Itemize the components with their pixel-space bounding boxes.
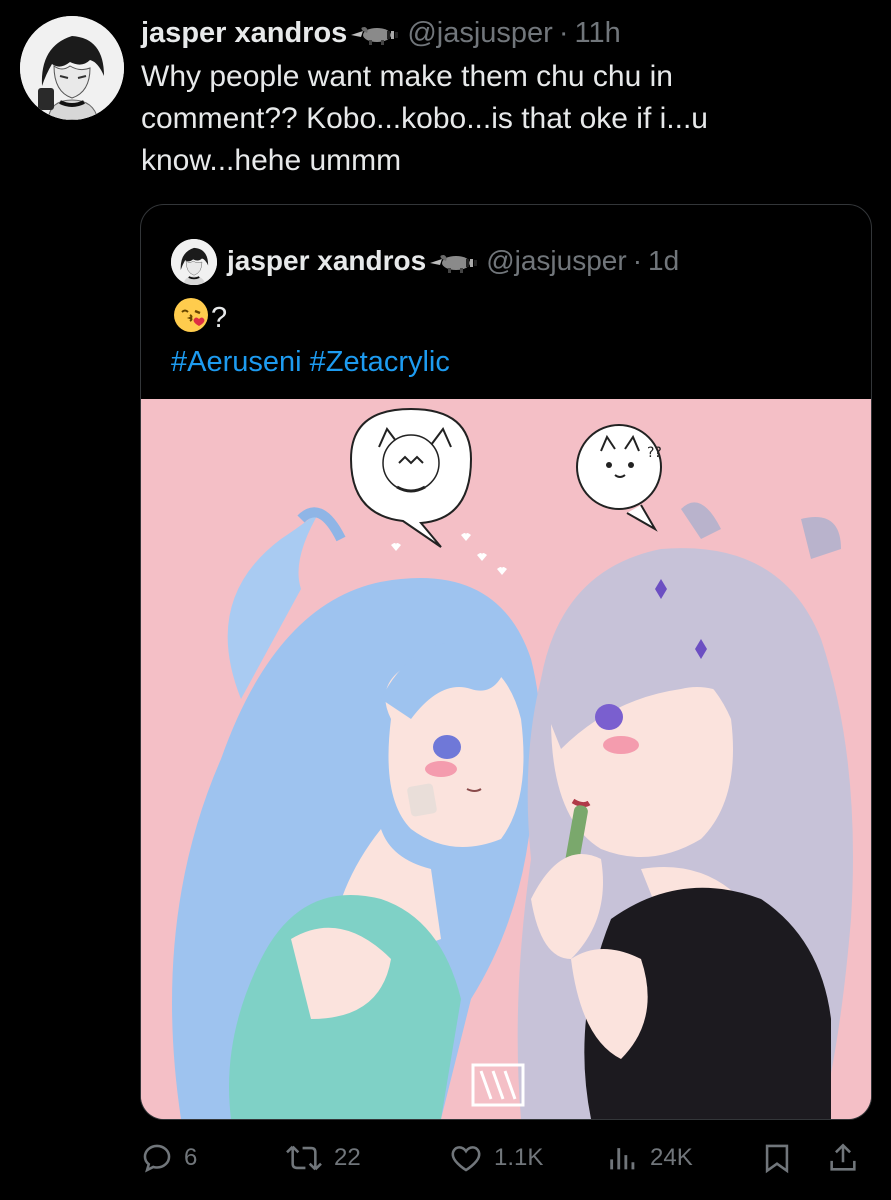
tweet-header: jasper xandros @jasjusper · 11h [141, 10, 621, 56]
quoted-tweet-header: jasper xandros @jasjusper · 1d [227, 237, 679, 285]
reply-count: 6 [184, 1144, 198, 1171]
tweet-text: Why people want make them chu chu in com… [141, 60, 708, 177]
separator-dot: · [558, 16, 569, 49]
author-avatar[interactable] [20, 16, 124, 120]
heart-icon [451, 1146, 481, 1172]
share-icon [830, 1143, 856, 1171]
like-count: 1.1K [494, 1144, 544, 1171]
repost-icon [286, 1145, 322, 1171]
quoted-author-avatar [171, 239, 217, 285]
kissing-face-icon [171, 295, 211, 335]
tweet-time[interactable]: 11h [575, 17, 621, 50]
svg-text:??: ?? [647, 445, 662, 461]
share-button[interactable] [826, 1136, 860, 1180]
hashtag-line: #Aeruseni #Zetacrylic [171, 340, 450, 384]
quoted-tweet-image[interactable]: ?? [141, 399, 871, 1119]
quoted-author-handle: @jasjusper [486, 245, 627, 276]
views-icon [610, 1148, 635, 1170]
reply-button[interactable]: 6 [140, 1136, 197, 1180]
author-handle[interactable]: @jasjusper [407, 17, 553, 50]
views-button[interactable]: 24K [606, 1136, 693, 1180]
raccoon-icon [349, 21, 401, 45]
bookmark-button[interactable] [760, 1136, 794, 1180]
separator-dot: · [632, 245, 643, 276]
quoted-tweet-text: ? #Aeruseni #Zetacrylic [171, 295, 450, 384]
hashtag-aeruseni[interactable]: #Aeruseni [171, 346, 302, 378]
hashtag-zetacrylic[interactable]: #Zetacrylic [310, 346, 450, 378]
tweet-action-bar: 6 22 1.1K 24K [140, 1136, 870, 1180]
bookmark-icon [765, 1144, 789, 1174]
quoted-tweet-card[interactable]: jasper xandros @jasjusper · 1d ? #Aeruse… [140, 204, 872, 1120]
quoted-tweet-time: 1d [648, 245, 680, 276]
like-button[interactable]: 1.1K [448, 1136, 543, 1180]
repost-count: 22 [334, 1144, 361, 1171]
views-count: 24K [650, 1144, 693, 1171]
repost-button[interactable]: 22 [284, 1136, 361, 1180]
reply-icon [143, 1144, 171, 1173]
quoted-text-suffix: ? [211, 302, 228, 334]
raccoon-icon [428, 249, 480, 273]
author-name[interactable]: jasper xandros [141, 17, 347, 50]
quoted-author-name: jasper xandros [227, 245, 427, 276]
